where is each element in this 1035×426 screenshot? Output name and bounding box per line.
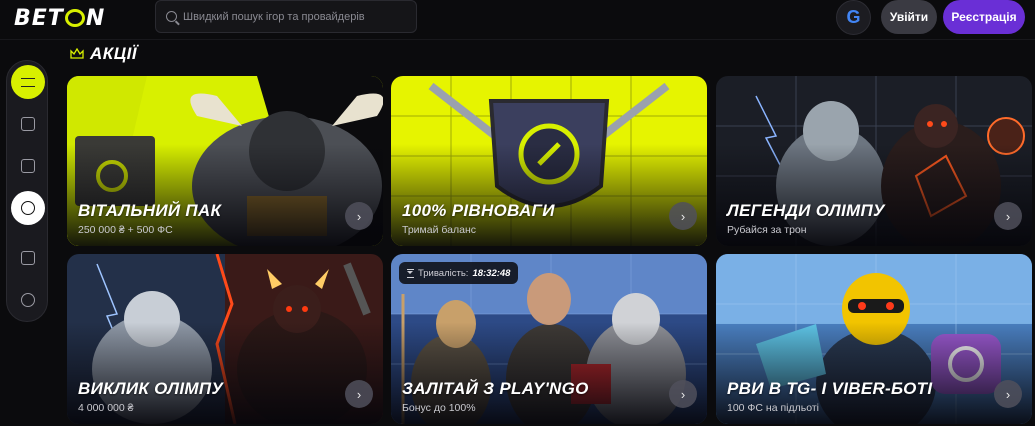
timer-label: Тривалість: (418, 267, 469, 279)
promo-card-balance[interactable]: 100% РІВНОВАГИ Тримай баланс › (391, 76, 707, 246)
promo-timer: Тривалість: 18:32:48 (399, 262, 519, 284)
promo-title: ЗАЛІТАЙ З PLAY'NGO (402, 379, 589, 398)
power-icon (21, 201, 35, 215)
promo-subtitle: Рубайся за трон (727, 224, 807, 236)
sidebar-item-gifts[interactable] (11, 241, 45, 275)
promo-subtitle: 4 000 000 ₴ (78, 402, 134, 414)
sidebar-item-cards[interactable] (11, 149, 45, 183)
crown-icon (70, 48, 84, 60)
sidebar-item-support[interactable] (11, 283, 45, 317)
promo-title: 100% РІВНОВАГИ (402, 201, 555, 220)
promo-title: ВІТАЛЬНИЙ ПАК (78, 201, 222, 220)
chevron-right-icon[interactable]: › (994, 380, 1022, 408)
brand-logo[interactable]: BET N (14, 6, 105, 31)
search-icon (166, 11, 177, 22)
gift-icon (21, 251, 35, 265)
section-header: АКЦІЇ (70, 44, 137, 64)
promo-card-olympus-legends[interactable]: ЛЕГЕНДИ ОЛІМПУ Рубайся за трон › (716, 76, 1032, 246)
menu-icon (21, 77, 35, 87)
promo-card-olympus-challenge[interactable]: ВИКЛИК ОЛІМПУ 4 000 000 ₴ › (67, 254, 383, 424)
promo-title: ВИКЛИК ОЛІМПУ (78, 379, 224, 398)
promo-subtitle: Тримай баланс (402, 224, 476, 236)
promo-subtitle: 100 ФС на підльоті (727, 402, 819, 414)
promo-card-welcome-pack[interactable]: ВІТАЛЬНИЙ ПАК 250 000 ₴ + 500 ФС › (67, 76, 383, 246)
gamepad-icon (21, 117, 35, 131)
menu-button[interactable] (11, 65, 45, 99)
promo-card-playngo[interactable]: Тривалість: 18:32:48 ЗАЛІТАЙ З PLAY'NGO … (391, 254, 707, 424)
google-login-button[interactable]: G (836, 0, 871, 35)
headset-icon (21, 293, 35, 307)
chevron-right-icon[interactable]: › (669, 202, 697, 230)
search-box[interactable] (155, 0, 417, 33)
hourglass-icon (407, 268, 414, 278)
promo-title: РВИ В TG- І VIBER-БОТІ (727, 379, 933, 398)
top-header: BETN G Увійти Реєстрація (0, 0, 1035, 40)
search-input[interactable] (183, 10, 413, 23)
register-button[interactable]: Реєстрація (943, 0, 1025, 34)
side-nav (6, 60, 48, 322)
promo-card-messenger-bot[interactable]: РВИ В TG- І VIBER-БОТІ 100 ФС на підльот… (716, 254, 1032, 424)
promo-subtitle: Бонус до 100% (402, 402, 476, 414)
chevron-right-icon[interactable]: › (994, 202, 1022, 230)
promo-title: ЛЕГЕНДИ ОЛІМПУ (727, 201, 885, 220)
sidebar-item-games[interactable] (11, 107, 45, 141)
chevron-right-icon[interactable]: › (669, 380, 697, 408)
promo-subtitle: 250 000 ₴ + 500 ФС (78, 224, 173, 236)
login-button[interactable]: Увійти (881, 0, 937, 34)
cards-icon (21, 159, 35, 173)
section-title: АКЦІЇ (90, 44, 138, 63)
sidebar-item-promos[interactable] (11, 191, 45, 225)
chevron-right-icon[interactable]: › (345, 380, 373, 408)
chevron-right-icon[interactable]: › (345, 202, 373, 230)
timer-value: 18:32:48 (472, 267, 511, 279)
